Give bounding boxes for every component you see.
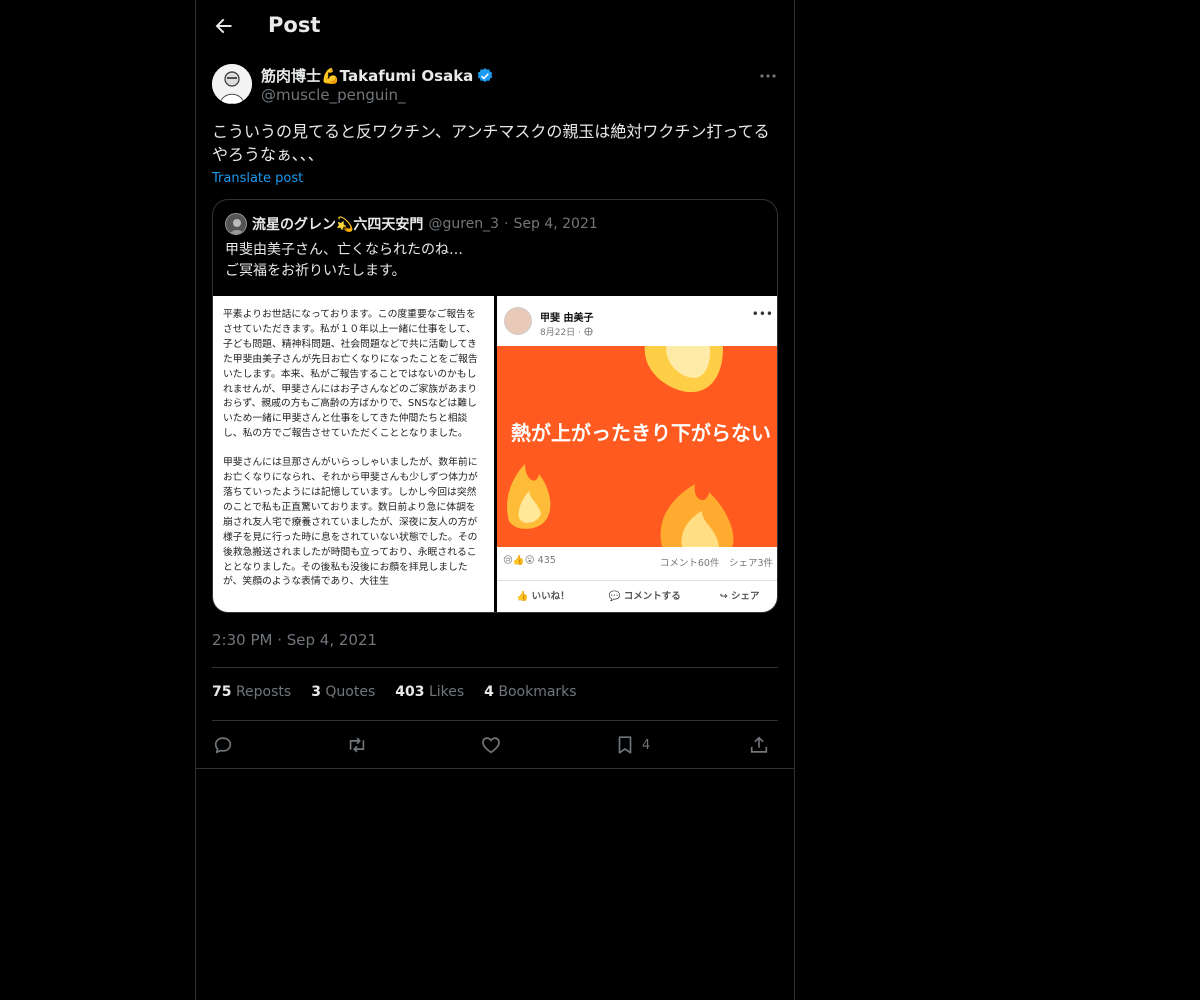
fb-counts: コメント60件 シェア3件 bbox=[659, 558, 773, 569]
document-paragraph: 甲斐さんには旦那さんがいらっしゃいましたが、数年前にお亡くなりになられ、それから… bbox=[223, 457, 478, 588]
document-paragraph: 平素よりお世話になっております。この度重要なご報告をさせていただきます。私が１０… bbox=[223, 309, 478, 440]
stat-number: 4 bbox=[484, 684, 494, 700]
fb-date-text: 8月22日 · bbox=[540, 328, 584, 338]
globe-icon bbox=[584, 327, 593, 336]
quoted-date: Sep 4, 2021 bbox=[513, 216, 598, 232]
stat-label: Likes bbox=[428, 684, 465, 700]
more-options-button[interactable] bbox=[758, 66, 778, 86]
quoted-post-header: 流星のグレン💫六四天安門 @guren_3 · Sep 4, 2021 bbox=[225, 212, 598, 236]
quoted-author-name: 流星のグレン💫六四天安門 bbox=[252, 217, 424, 233]
fb-banner: 熱が上がったきり下がらない bbox=[497, 346, 777, 547]
fb-more-icon: ••• bbox=[751, 307, 773, 321]
reposts-stat[interactable]: 75 Reposts bbox=[212, 684, 291, 704]
share-button[interactable] bbox=[748, 733, 770, 757]
stat-label: Reposts bbox=[235, 684, 292, 700]
bookmark-count: 4 bbox=[642, 737, 651, 753]
likes-stat[interactable]: 403 Likes bbox=[395, 684, 464, 704]
action-bar: 4 bbox=[212, 733, 778, 757]
avatar[interactable] bbox=[212, 64, 252, 104]
back-button[interactable] bbox=[212, 14, 236, 38]
facebook-post-image[interactable]: 甲斐 由美子 8月22日 · ••• 熱が上がったきり下がらない 😢👍😮 435… bbox=[497, 296, 777, 612]
bookmark-icon bbox=[618, 736, 632, 754]
fb-post-header: 甲斐 由美子 8月22日 · ••• bbox=[497, 296, 777, 346]
post-timestamp[interactable]: 2:30 PM · Sep 4, 2021 bbox=[212, 631, 377, 649]
divider bbox=[196, 768, 794, 769]
quoted-text-line: 甲斐由美子さん、亡くなられたのね… bbox=[225, 242, 463, 258]
quoted-avatar bbox=[225, 213, 247, 235]
author-name[interactable]: 筋肉博士💪Takafumi Osaka bbox=[261, 65, 473, 86]
quoted-text-line: ご冥福をお祈りいたします。 bbox=[225, 263, 406, 279]
post-text: こういうの見てると反ワクチン、アンチマスクの親玉は絶対ワクチン打ってるやろうなぁ… bbox=[212, 122, 770, 164]
translate-post-link[interactable]: Translate post bbox=[212, 171, 303, 186]
arrow-left-icon bbox=[215, 18, 232, 34]
post-author: 筋肉博士💪Takafumi Osaka @muscle_penguin_ bbox=[212, 64, 778, 108]
page-title: Post bbox=[268, 13, 321, 37]
share-icon bbox=[750, 736, 768, 753]
engagement-stats: 75 Reposts 3 Quotes 403 Likes 4 Bookmark… bbox=[212, 684, 577, 704]
bookmark-button[interactable]: 4 bbox=[614, 733, 650, 757]
quoted-text: 甲斐由美子さん、亡くなられたのね… ご冥福をお祈りいたします。 bbox=[225, 240, 765, 282]
divider bbox=[212, 720, 778, 721]
reply-button[interactable] bbox=[212, 733, 234, 757]
fb-actions: 👍 いいね！ 💬 コメントする ↪ シェア bbox=[497, 580, 777, 608]
fb-like-action: 👍 いいね！ bbox=[516, 590, 570, 602]
fb-comment-action: 💬 コメントする bbox=[608, 590, 681, 602]
fb-share-action: ↪ シェア bbox=[719, 590, 760, 602]
verified-badge-icon bbox=[478, 67, 493, 82]
post-column: Post 筋肉博士💪Takafumi Osaka @muscle_penguin… bbox=[195, 0, 795, 1000]
quoted-author-handle: @guren_3 bbox=[428, 216, 500, 232]
meta-separator: · bbox=[504, 216, 509, 232]
post-header: Post bbox=[196, 0, 794, 54]
stat-number: 75 bbox=[212, 684, 232, 700]
document-image[interactable]: 平素よりお世話になっております。この度重要なご報告をさせていただきます。私が１０… bbox=[213, 296, 494, 612]
repost-icon bbox=[349, 737, 365, 753]
stat-number: 3 bbox=[311, 684, 321, 700]
fb-like-label: いいね！ bbox=[531, 590, 570, 602]
author-handle[interactable]: @muscle_penguin_ bbox=[261, 86, 406, 104]
fb-author-name: 甲斐 由美子 bbox=[540, 313, 594, 324]
heart-icon bbox=[482, 737, 500, 754]
fb-banner-text: 熱が上がったきり下がらない bbox=[511, 421, 771, 445]
quoted-media[interactable]: 平素よりお世話になっております。この度重要なご報告をさせていただきます。私が１０… bbox=[213, 296, 777, 612]
stat-label: Bookmarks bbox=[498, 684, 577, 700]
repost-button[interactable] bbox=[346, 733, 368, 757]
bookmarks-stat[interactable]: 4 Bookmarks bbox=[484, 684, 576, 704]
fb-comment-label: コメントする bbox=[623, 590, 681, 602]
stat-label: Quotes bbox=[325, 684, 376, 700]
divider bbox=[212, 667, 778, 668]
stat-number: 403 bbox=[395, 684, 425, 700]
like-button[interactable] bbox=[480, 733, 502, 757]
fb-date: 8月22日 · bbox=[540, 325, 593, 338]
author-name-row[interactable]: 筋肉博士💪Takafumi Osaka bbox=[261, 65, 494, 86]
fb-reactions: 😢👍😮 435 bbox=[503, 555, 556, 566]
reply-icon bbox=[214, 737, 232, 754]
fb-stats: 😢👍😮 435 コメント60件 シェア3件 bbox=[497, 551, 777, 571]
fb-avatar bbox=[504, 307, 532, 335]
quoted-post[interactable]: 流星のグレン💫六四天安門 @guren_3 · Sep 4, 2021 甲斐由美… bbox=[212, 199, 778, 613]
quotes-stat[interactable]: 3 Quotes bbox=[311, 684, 375, 704]
ellipsis-icon bbox=[760, 74, 776, 78]
fb-share-label: シェア bbox=[730, 590, 760, 602]
